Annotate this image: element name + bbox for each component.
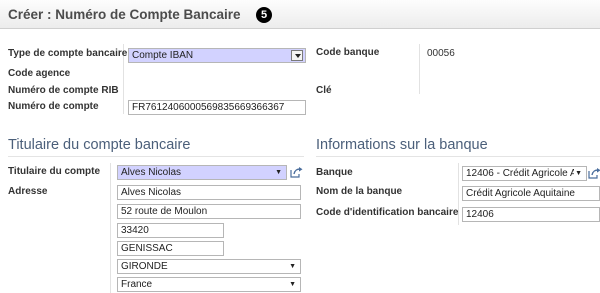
chevron-down-icon[interactable]: ▼ [289, 278, 296, 291]
holder-label: Titulaire du compte [8, 166, 101, 177]
section-divider [8, 156, 304, 157]
bank-code-value: 00056 [427, 48, 455, 59]
chevron-down-icon[interactable] [291, 50, 303, 61]
bank-name-input[interactable]: Crédit Agricole Aquitaine [462, 186, 600, 201]
address-name-input[interactable]: Alves Nicolas [117, 185, 301, 200]
step-badge: 5 [256, 7, 272, 23]
city-input[interactable]: GENISSAC [117, 241, 224, 256]
state-value: GIRONDE [121, 261, 168, 272]
account-type-select[interactable]: Compte IBAN [128, 48, 306, 63]
account-number-input[interactable]: FR7612406000569835669366367 [128, 100, 306, 115]
key-label: Clé [316, 85, 332, 96]
account-number-label: Numéro de compte [8, 101, 99, 112]
bank-code-label: Code banque [316, 47, 380, 58]
holder-section-title: Titulaire du compte bancaire [8, 137, 191, 153]
chevron-down-icon[interactable]: ▼ [289, 260, 296, 273]
external-link-icon[interactable] [588, 168, 600, 179]
holder-value: Alves Nicolas [121, 167, 182, 178]
chevron-down-icon[interactable]: ▼ [574, 167, 582, 180]
bank-id-code-input[interactable]: 12406 [462, 207, 600, 222]
section-divider [316, 156, 600, 157]
bank-section-title: Informations sur la banque [316, 137, 488, 153]
bank-name-label: Nom de la banque [316, 186, 403, 197]
account-type-value: Compte IBAN [132, 50, 194, 61]
column-separator [419, 44, 420, 94]
agency-code-label: Code agence [8, 68, 71, 79]
country-value: France [121, 279, 153, 290]
bank-value: 12406 - Crédit Agricole Aq [466, 168, 583, 179]
bank-label: Banque [316, 167, 353, 178]
external-link-icon[interactable] [290, 167, 303, 178]
bank-id-code-label: Code d'identification bancaire [316, 207, 459, 218]
rib-number-label: Numéro de compte RIB [8, 85, 119, 96]
street-input[interactable]: 52 route de Moulon [117, 204, 301, 219]
form-header: Créer : Numéro de Compte Bancaire 5 [0, 0, 600, 29]
page-title: Créer : Numéro de Compte Bancaire [8, 7, 241, 22]
holder-select[interactable]: Alves Nicolas ▼ [117, 165, 287, 180]
column-separator [110, 163, 111, 293]
state-select[interactable]: GIRONDE ▼ [117, 259, 301, 274]
country-select[interactable]: France ▼ [117, 277, 301, 292]
chevron-down-icon[interactable]: ▼ [275, 166, 282, 179]
address-label: Adresse [8, 186, 48, 197]
account-type-label: Type de compte bancaire [8, 48, 128, 59]
zip-input[interactable]: 33420 [117, 223, 224, 238]
bank-select[interactable]: 12406 - Crédit Agricole Aq ▼ [462, 166, 587, 181]
